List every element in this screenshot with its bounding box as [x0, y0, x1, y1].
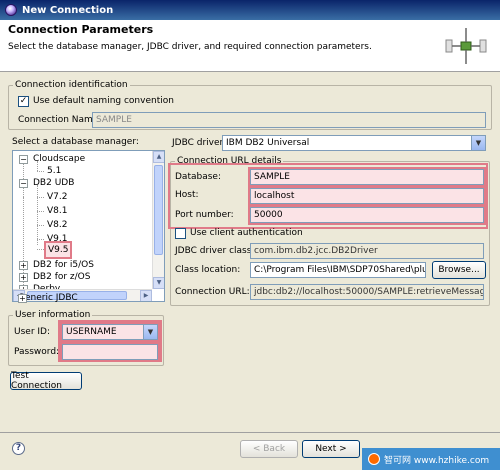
- back-button[interactable]: < Back: [240, 440, 298, 458]
- window-title: New Connection: [22, 4, 114, 16]
- connection-name-field[interactable]: SAMPLE: [92, 112, 486, 128]
- connection-url-field[interactable]: jdbc:db2://localhost:50000/SAMPLE:retrie…: [250, 284, 484, 300]
- collapse-icon[interactable]: −: [19, 155, 28, 164]
- page-title: Connection Parameters: [8, 23, 154, 36]
- wizard-header: Connection Parameters Select the databas…: [0, 20, 500, 72]
- client-auth-checkbox[interactable]: [175, 228, 186, 239]
- tree-item-db2-v8-2[interactable]: V8.2: [47, 219, 67, 231]
- db-manager-tree[interactable]: − Cloudscape 5.1 − DB2 UDB V7.2 V8.1 V8.…: [12, 150, 165, 302]
- jdbc-driver-label: JDBC driver:: [172, 138, 227, 148]
- client-auth-label: Use client authentication: [190, 228, 303, 238]
- driver-class-field[interactable]: com.ibm.db2.jcc.DB2Driver: [250, 243, 484, 259]
- user-id-label: User ID:: [14, 327, 50, 337]
- tree-vertical-scrollbar[interactable]: ▲ ▼: [152, 151, 164, 289]
- collapse-icon[interactable]: −: [19, 179, 28, 188]
- port-number-label: Port number:: [175, 210, 234, 220]
- chevron-down-icon[interactable]: ▼: [143, 325, 157, 339]
- password-field[interactable]: [60, 342, 160, 362]
- user-id-combo[interactable]: USERNAME ▼: [60, 322, 160, 342]
- user-id-value: USERNAME: [66, 327, 117, 337]
- database-field[interactable]: SAMPLE: [248, 167, 486, 187]
- tree-item-db2-v7-2[interactable]: V7.2: [47, 191, 67, 203]
- site-watermark: 智可网 www.hzhike.com: [362, 448, 500, 470]
- page-subtitle: Select the database manager, JDBC driver…: [8, 42, 372, 52]
- database-connection-icon: [445, 28, 487, 64]
- footer-divider: [0, 432, 500, 433]
- use-default-naming-label: Use default naming convention: [33, 96, 174, 106]
- eclipse-app-icon: [5, 4, 17, 16]
- tree-item-db2-i5os[interactable]: DB2 for i5/OS: [33, 259, 94, 271]
- user-information-legend: User information: [15, 310, 91, 320]
- class-location-field[interactable]: C:\Program Files\IBM\SDP70Shared\plugins…: [250, 262, 426, 278]
- chevron-down-icon[interactable]: ▼: [471, 136, 485, 150]
- test-connection-button[interactable]: Test Connection: [10, 371, 82, 391]
- database-label: Database:: [175, 172, 221, 182]
- watermark-logo-icon: [368, 453, 380, 465]
- password-label: Password:: [14, 347, 60, 357]
- next-button[interactable]: Next >: [302, 440, 360, 458]
- tree-item-cloudscape[interactable]: Cloudscape: [33, 153, 85, 165]
- scroll-up-icon[interactable]: ▲: [153, 151, 164, 163]
- jdbc-driver-value: IBM DB2 Universal: [226, 138, 310, 148]
- title-bar: New Connection: [0, 0, 500, 20]
- db-manager-label: Select a database manager:: [12, 137, 139, 147]
- class-location-label: Class location:: [175, 265, 241, 275]
- expand-icon[interactable]: +: [19, 261, 28, 270]
- tree-item-cloudscape-5-1[interactable]: 5.1: [47, 165, 61, 177]
- tree-item-db2-udb[interactable]: DB2 UDB: [33, 177, 74, 189]
- tree-item-db2-v9-5-selected[interactable]: V9.5: [43, 241, 73, 259]
- watermark-text: 智可网 www.hzhike.com: [384, 455, 490, 466]
- scroll-down-icon[interactable]: ▼: [153, 277, 164, 289]
- port-number-field[interactable]: 50000: [248, 205, 486, 225]
- connection-identification-legend: Connection identification: [15, 80, 128, 90]
- browse-button[interactable]: Browse...: [432, 261, 486, 279]
- driver-class-label: JDBC driver class:: [175, 246, 255, 256]
- tree-item-db2-zos[interactable]: DB2 for z/OS: [33, 271, 90, 283]
- use-default-naming-checkbox[interactable]: ✓: [18, 96, 29, 107]
- scroll-right-icon[interactable]: ▶: [140, 290, 152, 301]
- expand-icon[interactable]: +: [19, 273, 28, 282]
- connection-name-label: Connection Name:: [18, 115, 102, 125]
- connection-url-label: Connection URL:: [175, 287, 250, 297]
- jdbc-driver-combo[interactable]: IBM DB2 Universal ▼: [222, 135, 486, 151]
- host-field[interactable]: localhost: [248, 186, 486, 206]
- host-label: Host:: [175, 190, 199, 200]
- scroll-thumb[interactable]: [154, 165, 163, 255]
- help-icon[interactable]: ?: [12, 442, 25, 455]
- expand-icon[interactable]: +: [18, 294, 27, 303]
- tree-item-db2-v8-1[interactable]: V8.1: [47, 205, 67, 217]
